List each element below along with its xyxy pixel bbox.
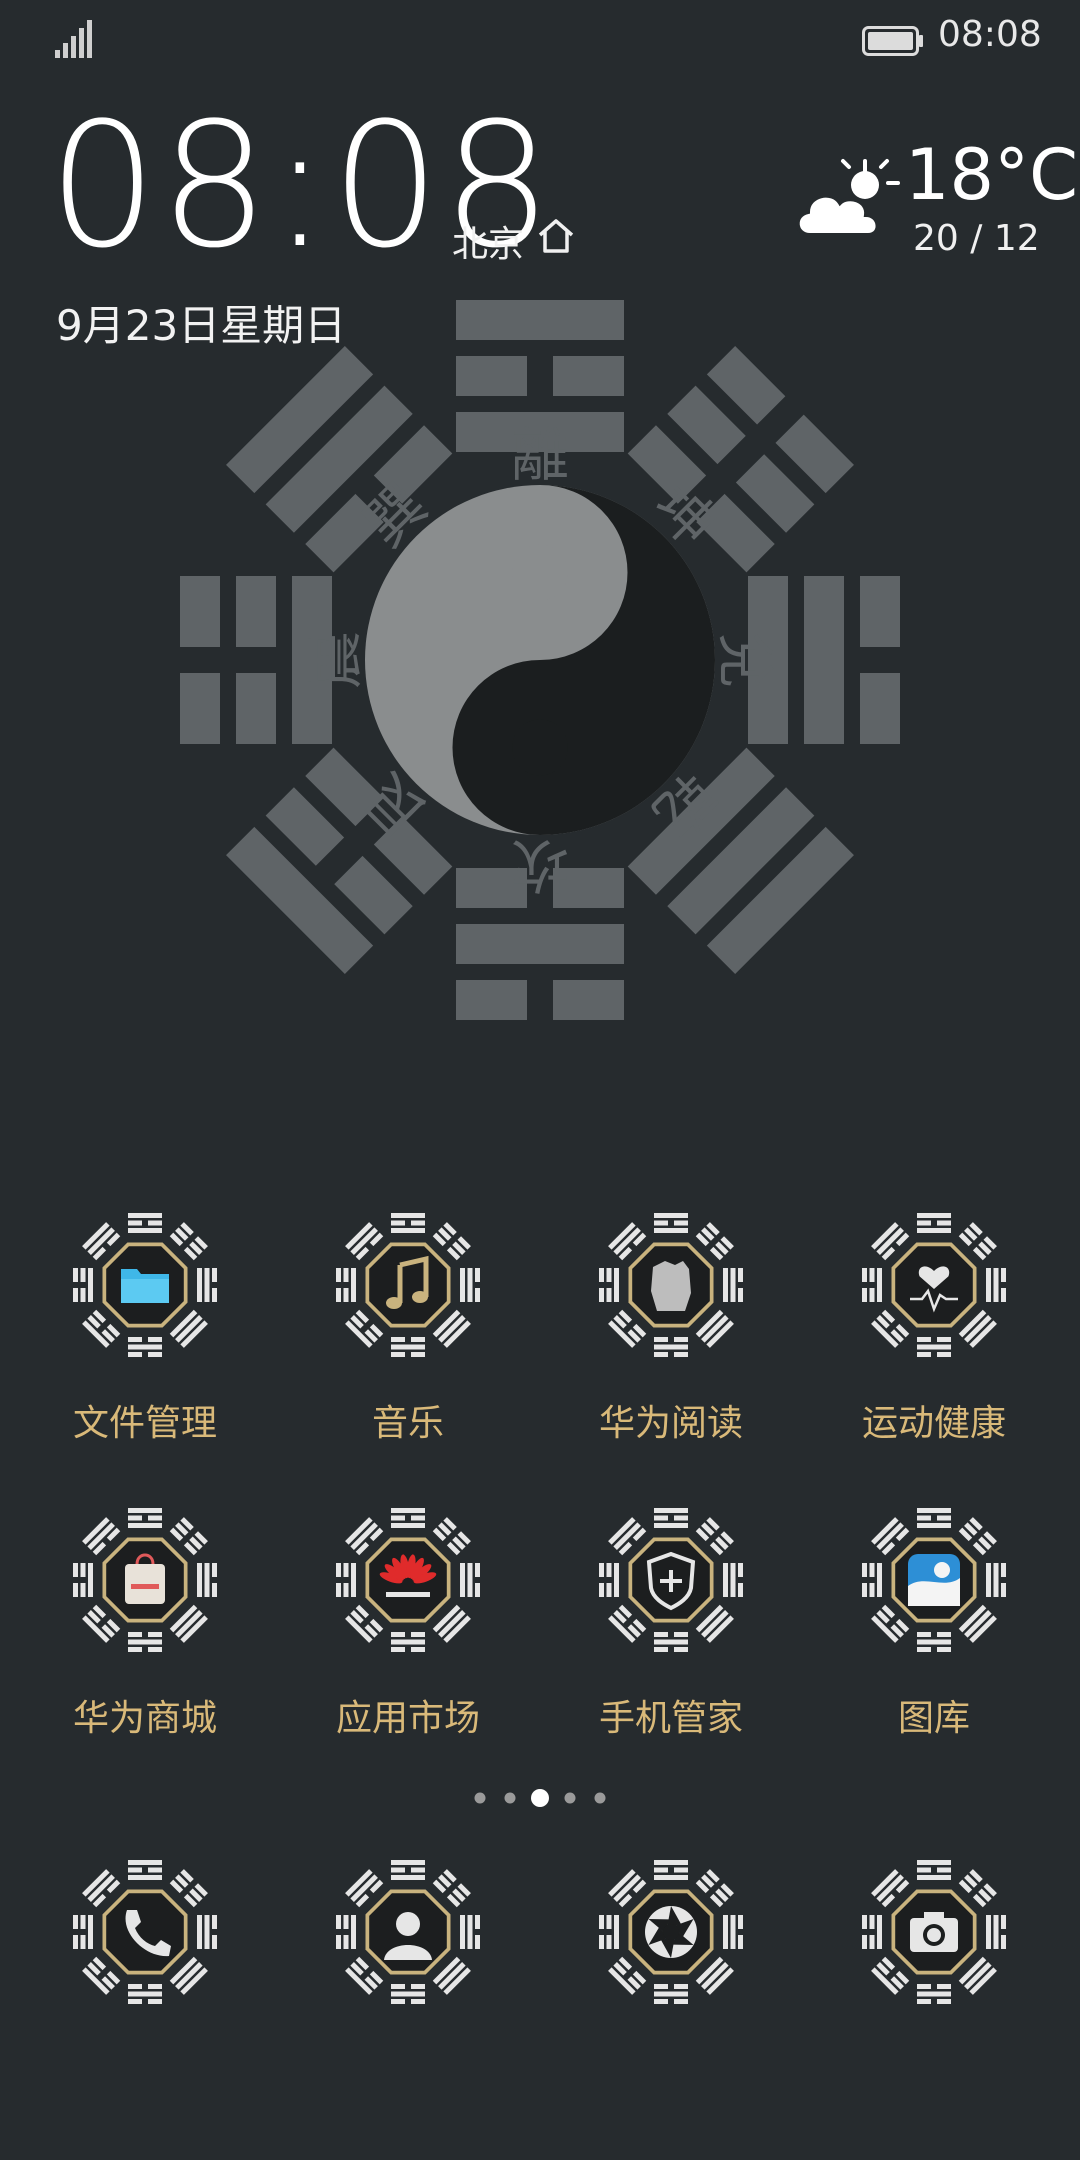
current-temperature[interactable]: 18°C: [905, 140, 1078, 210]
shield-plus-icon[interactable]: [596, 1505, 746, 1655]
weather-city[interactable]: 北京: [452, 215, 524, 267]
app-label: 音乐: [371, 1403, 444, 1444]
dock-camera[interactable]: [834, 1857, 1034, 2007]
gallery-icon[interactable]: [859, 1505, 1009, 1655]
partly-cloudy-icon[interactable]: [790, 155, 900, 245]
folder-icon[interactable]: [70, 1210, 220, 1360]
app-music-note[interactable]: 音乐: [308, 1210, 508, 1446]
app-shopping-bag[interactable]: 华为商城: [45, 1505, 245, 1741]
reading-hand-icon[interactable]: [596, 1210, 746, 1360]
signal-strength-icon: [55, 20, 92, 58]
page-dot-4[interactable]: [564, 1792, 576, 1804]
dock-phone[interactable]: [45, 1857, 245, 2007]
app-label: 应用市场: [335, 1698, 480, 1739]
camera-icon[interactable]: [859, 1857, 1009, 2007]
trigram-label-2: 兌: [711, 631, 779, 689]
clock-widget-date[interactable]: 9月23日星期日: [56, 292, 346, 353]
app-reading-hand[interactable]: 华为阅读: [571, 1210, 771, 1446]
app-label: 华为阅读: [598, 1403, 743, 1444]
temperature-range: 20 / 12: [913, 218, 1040, 259]
page-dot-1[interactable]: [474, 1792, 486, 1804]
page-dot-3[interactable]: [531, 1789, 549, 1807]
page-dot-2[interactable]: [504, 1792, 516, 1804]
trigram-label-0: 離: [511, 421, 569, 489]
heart-pulse-icon[interactable]: [859, 1210, 1009, 1360]
app-label: 手机管家: [598, 1698, 743, 1739]
status-bar-time: 08:08: [938, 14, 1042, 55]
contacts-icon[interactable]: [333, 1857, 483, 2007]
huawei-logo-icon[interactable]: [333, 1505, 483, 1655]
yin-yang-symbol: [365, 485, 715, 835]
dock-contacts[interactable]: [308, 1857, 508, 2007]
bagua-wallpaper: 離坤兌乾坎艮震巽: [180, 300, 900, 1020]
battery-icon: [862, 26, 923, 56]
app-folder[interactable]: 文件管理: [45, 1210, 245, 1446]
trigram-label-4: 坎: [511, 831, 569, 899]
app-label: 图库: [897, 1698, 970, 1739]
app-label: 文件管理: [72, 1403, 217, 1444]
app-heart-pulse[interactable]: 运动健康: [834, 1210, 1034, 1446]
app-label: 华为商城: [72, 1698, 217, 1739]
page-dot-5[interactable]: [594, 1792, 606, 1804]
browser-aperture-icon[interactable]: [596, 1857, 746, 2007]
music-note-icon[interactable]: [333, 1210, 483, 1360]
app-label: 运动健康: [861, 1403, 1006, 1444]
home-icon: [538, 219, 574, 253]
page-indicator[interactable]: [470, 1788, 610, 1808]
app-gallery[interactable]: 图库: [834, 1505, 1034, 1741]
app-shield-plus[interactable]: 手机管家: [571, 1505, 771, 1741]
dock-browser-aperture[interactable]: [571, 1857, 771, 2007]
trigram-label-6: 震: [301, 631, 369, 689]
phone-icon[interactable]: [70, 1857, 220, 2007]
app-huawei-logo[interactable]: 应用市场: [308, 1505, 508, 1741]
shopping-bag-icon[interactable]: [70, 1505, 220, 1655]
